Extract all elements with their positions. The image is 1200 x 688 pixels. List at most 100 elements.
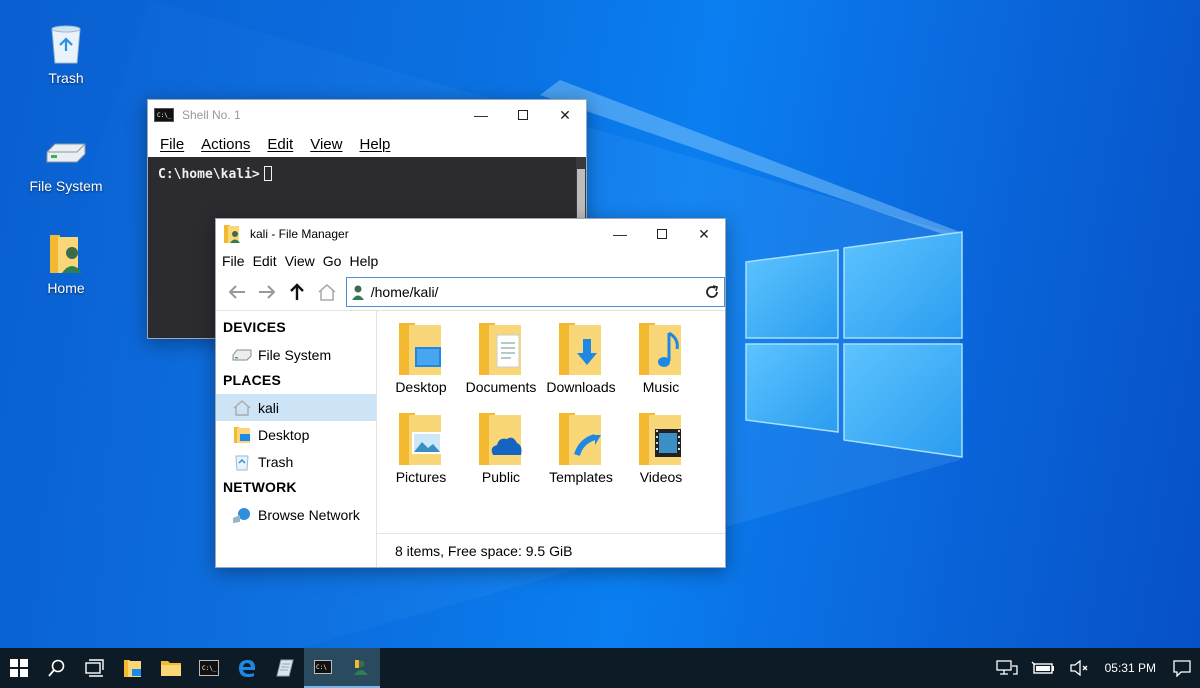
file-item-public[interactable]: Public	[461, 407, 541, 497]
terminal-cursor	[263, 166, 272, 181]
sidebar-item-kali[interactable]: kali	[216, 394, 376, 421]
menu-file[interactable]: File	[222, 253, 245, 269]
home-folder-icon	[351, 285, 364, 300]
file-item-videos[interactable]: Videos	[621, 407, 701, 497]
maximize-button[interactable]	[502, 100, 544, 130]
menu-edit[interactable]: Edit	[267, 136, 293, 153]
up-button[interactable]	[282, 277, 312, 307]
file-item-pictures[interactable]: Pictures	[381, 407, 461, 497]
search-icon	[48, 659, 65, 677]
svg-text:C:\: C:\	[316, 664, 327, 671]
forward-button[interactable]	[252, 277, 282, 307]
address-text: /home/kali/	[370, 283, 439, 300]
menu-actions[interactable]: Actions	[201, 136, 250, 153]
file-item-documents[interactable]: Documents	[461, 317, 541, 407]
minimize-button[interactable]: —	[460, 100, 502, 130]
sidebar-item-trash[interactable]: Trash	[216, 448, 376, 475]
menu-view[interactable]: View	[310, 136, 342, 153]
network-icon	[995, 660, 1018, 675]
sidebar-item-label: Desktop	[258, 426, 310, 443]
menu-edit[interactable]: Edit	[253, 253, 277, 269]
desktop-icon-trash[interactable]: Trash	[21, 22, 111, 86]
file-manager-body: DEVICES File System PLACES kali Desktop …	[216, 311, 725, 567]
taskbar-file-manager-open[interactable]	[342, 648, 380, 688]
taskbar-browser[interactable]	[228, 648, 266, 688]
file-grid: Desktop Documents Downloads Music Pictur…	[381, 317, 701, 497]
maximize-button[interactable]	[641, 219, 683, 249]
file-item-downloads[interactable]: Downloads	[541, 317, 621, 407]
desktop-icon-label: Home	[47, 280, 85, 296]
file-manager-menubar: File Edit View Go Help	[216, 249, 725, 273]
reload-icon[interactable]	[704, 284, 720, 300]
file-manager-titlebar[interactable]: kali - File Manager — ✕	[216, 219, 725, 249]
file-manager-toolbar: /home/kali/	[216, 273, 725, 311]
downloads-folder-icon	[555, 321, 607, 377]
menu-help[interactable]: Help	[349, 253, 378, 269]
menu-go[interactable]: Go	[323, 253, 342, 269]
file-item-templates[interactable]: Templates	[541, 407, 621, 497]
menu-help[interactable]: Help	[359, 136, 390, 153]
sidebar-item-file-system[interactable]: File System	[216, 341, 376, 368]
terminal-titlebar[interactable]: C:\_ Shell No. 1 — ✕	[148, 100, 586, 130]
terminal-icon: C:\_	[154, 105, 174, 125]
clock[interactable]: 05:31 PM	[1097, 661, 1164, 675]
file-item-label: Downloads	[546, 379, 616, 395]
search-button[interactable]	[38, 648, 76, 688]
home-folder-icon	[124, 660, 141, 677]
home-button[interactable]	[312, 277, 342, 307]
volume-tray-button[interactable]	[1061, 648, 1097, 688]
sidebar-heading-places: PLACES	[223, 372, 281, 388]
file-item-music[interactable]: Music	[621, 317, 701, 407]
taskbar-home-folder[interactable]	[114, 648, 152, 688]
address-bar[interactable]: /home/kali/	[345, 276, 725, 307]
menu-view[interactable]: View	[285, 253, 315, 269]
terminal-prompt: C:\home\kali>	[158, 166, 272, 182]
home-folder-icon	[44, 232, 88, 276]
windows-logo-icon	[10, 659, 28, 677]
file-manager-window[interactable]: kali - File Manager — ✕ File Edit View G…	[215, 218, 726, 568]
network-tray-button[interactable]	[989, 648, 1025, 688]
file-manager-title: kali - File Manager	[250, 227, 349, 241]
arrow-left-icon	[228, 284, 245, 299]
taskbar-text-editor[interactable]	[266, 648, 304, 688]
minimize-icon: —	[474, 107, 488, 123]
start-button[interactable]	[0, 648, 38, 688]
menu-file[interactable]: File	[160, 136, 184, 153]
desktop-icon-label: Trash	[48, 70, 84, 86]
sidebar-item-browse-network[interactable]: Browse Network	[216, 501, 376, 528]
notifications-button[interactable]	[1164, 648, 1200, 688]
taskbar-terminal-open[interactable]: C:\	[304, 648, 342, 688]
templates-folder-icon	[555, 411, 607, 467]
file-view[interactable]: Desktop Documents Downloads Music Pictur…	[377, 311, 725, 567]
svg-text:C:\_: C:\_	[157, 112, 172, 119]
editor-icon	[276, 659, 294, 677]
drive-icon	[44, 130, 88, 174]
battery-tray-button[interactable]	[1025, 648, 1061, 688]
taskbar-file-manager[interactable]	[152, 648, 190, 688]
minimize-button[interactable]: —	[599, 219, 641, 249]
file-item-label: Videos	[639, 469, 683, 485]
file-item-desktop[interactable]: Desktop	[381, 317, 461, 407]
task-view-button[interactable]	[76, 648, 114, 688]
trash-icon	[232, 452, 252, 472]
minimize-icon: —	[613, 226, 627, 242]
arrow-right-icon	[258, 284, 276, 299]
desktop-icon-file-system[interactable]: File System	[21, 130, 111, 194]
back-button[interactable]	[222, 277, 252, 307]
terminal-menubar: File Actions Edit View Help	[148, 130, 586, 158]
home-folder-icon	[354, 660, 368, 675]
terminal-icon: C:\_	[199, 660, 219, 676]
volume-muted-icon	[1069, 660, 1088, 676]
sidebar-item-desktop[interactable]: Desktop	[216, 421, 376, 448]
close-button[interactable]: ✕	[544, 100, 586, 130]
sidebar-heading-devices: DEVICES	[223, 319, 286, 335]
close-button[interactable]: ✕	[683, 219, 725, 249]
desktop-icon-home[interactable]: Home	[21, 232, 111, 296]
music-folder-icon	[635, 321, 687, 377]
taskbar-terminal[interactable]: C:\_	[190, 648, 228, 688]
sidebar-item-label: kali	[258, 399, 280, 416]
edge-browser-icon	[239, 660, 255, 677]
file-item-label: Desktop	[395, 379, 447, 395]
home-icon	[232, 398, 252, 418]
task-view-icon	[85, 659, 104, 677]
